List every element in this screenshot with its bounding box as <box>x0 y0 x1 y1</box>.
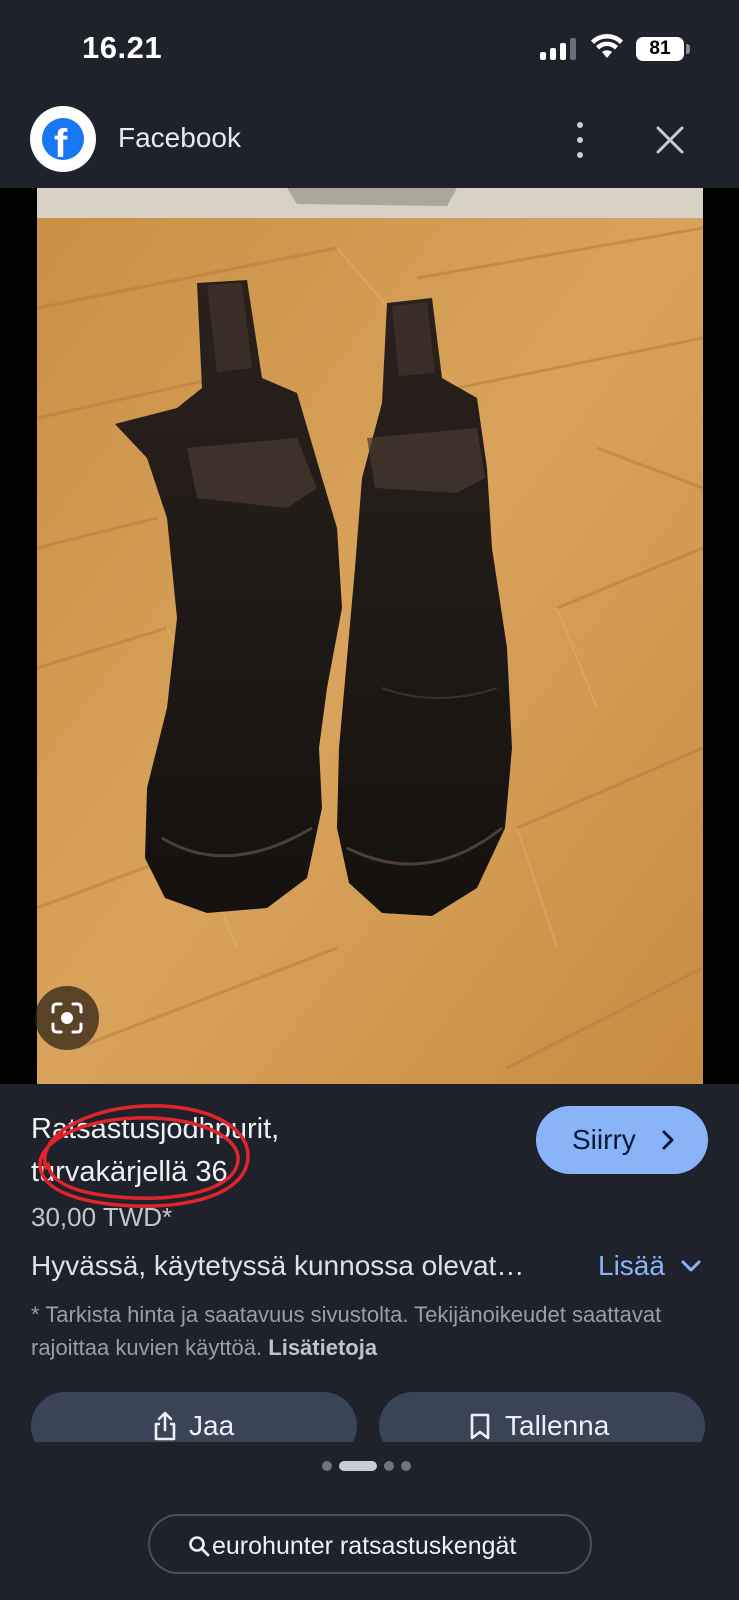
visit-button[interactable]: Siirry <box>536 1106 708 1174</box>
more-vertical-icon[interactable] <box>566 120 594 160</box>
chevron-down-icon <box>681 1260 701 1272</box>
lens-search-icon[interactable] <box>35 986 99 1050</box>
pager-dot[interactable] <box>384 1461 394 1471</box>
visit-button-label: Siirry <box>572 1124 636 1155</box>
more-info-link[interactable]: Lisätietoja <box>268 1335 377 1360</box>
related-search-label: eurohunter ratsastuskengät <box>212 1532 517 1560</box>
pager-dot[interactable] <box>322 1461 332 1471</box>
share-icon <box>154 1411 176 1441</box>
related-search-chip[interactable]: eurohunter ratsastuskengät <box>148 1514 592 1574</box>
more-link-label: Lisää <box>598 1250 665 1281</box>
facebook-logo-icon: f <box>30 106 96 172</box>
image-viewer <box>0 188 739 1084</box>
pager-dot-active[interactable] <box>339 1461 377 1471</box>
status-time: 16.21 <box>82 30 163 65</box>
wifi-icon <box>591 34 623 58</box>
disclaimer: * Tarkista hinta ja saatavuus sivustolta… <box>31 1298 691 1364</box>
search-icon <box>189 1536 210 1557</box>
battery-icon: 81 <box>636 37 684 61</box>
source-title[interactable]: Facebook <box>118 122 241 154</box>
battery-tip <box>686 44 690 54</box>
save-button-label: Tallenna <box>505 1410 610 1441</box>
carousel-pager[interactable] <box>322 1461 422 1475</box>
product-description: Hyvässä, käytetyssä kunnossa olevat… <box>31 1250 525 1281</box>
product-price: 30,00 TWD* <box>31 1202 173 1232</box>
more-link[interactable]: Lisää <box>598 1250 701 1282</box>
product-title[interactable]: Ratsastusjodhpurit, turvakärjellä 36 <box>31 1108 391 1194</box>
pager-dot[interactable] <box>401 1461 411 1471</box>
chevron-right-icon <box>662 1130 674 1150</box>
bookmark-icon <box>470 1413 490 1440</box>
facebook-logo-letter: f <box>54 122 68 160</box>
source-header: f Facebook <box>0 100 739 188</box>
close-icon[interactable] <box>650 120 690 160</box>
status-bar: 16.21 81 <box>0 0 739 100</box>
cellular-signal-icon <box>540 38 578 60</box>
product-photo[interactable] <box>37 188 703 1084</box>
share-button-label: Jaa <box>189 1410 235 1441</box>
